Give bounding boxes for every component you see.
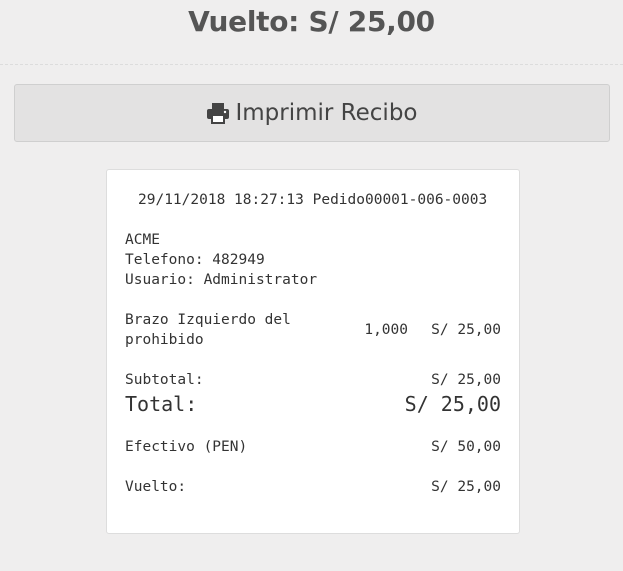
subtotal-label: Subtotal:: [125, 372, 204, 388]
divider: [0, 64, 623, 65]
cash-value: S/ 50,00: [431, 439, 501, 455]
print-receipt-button[interactable]: Imprimir Recibo: [14, 84, 610, 142]
change-value: S/ 25,00: [431, 479, 501, 495]
subtotal-value: S/ 25,00: [431, 372, 501, 388]
cash-label: Efectivo (PEN): [125, 439, 248, 455]
change-amount-title: Vuelto: S/ 25,00: [188, 5, 435, 38]
print-button-label: Imprimir Recibo: [235, 100, 418, 126]
receipt-user: Usuario: Administrator: [125, 272, 318, 288]
receipt-header: 29/11/2018 18:27:13 Pedido00001-006-0003: [138, 190, 487, 210]
item-name-line2: prohibido: [125, 332, 204, 348]
total-label: Total:: [125, 392, 198, 416]
item-name-line1: Brazo Izquierdo del: [125, 312, 291, 328]
print-icon: [207, 103, 230, 124]
item-price: S/ 25,00: [431, 322, 501, 338]
item-qty: 1,000: [364, 322, 408, 338]
company-phone: Telefono: 482949: [125, 252, 265, 268]
receipt: 29/11/2018 18:27:13 Pedido00001-006-0003…: [106, 169, 520, 534]
change-label: Vuelto:: [125, 479, 187, 495]
company-name: ACME: [125, 232, 160, 248]
total-value: S/ 25,00: [404, 392, 501, 416]
receipt-datetime: 29/11/2018 18:27:13: [138, 192, 304, 208]
receipt-order-id: Pedido00001-006-0003: [312, 192, 488, 208]
